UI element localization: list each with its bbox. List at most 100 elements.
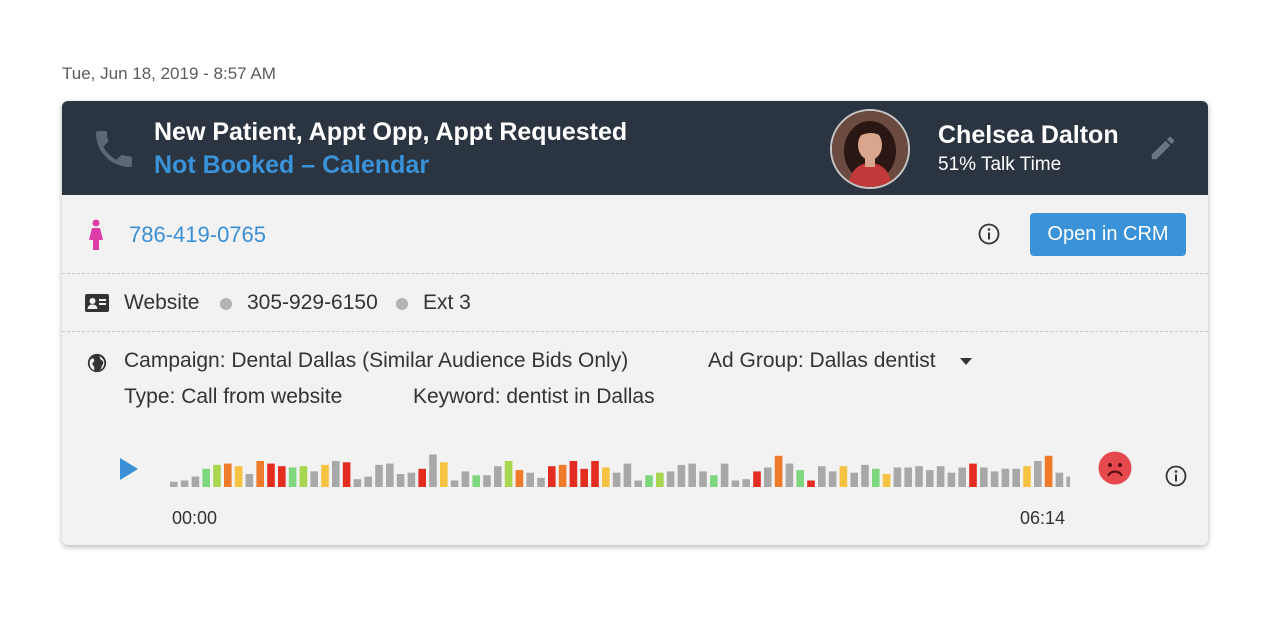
waveform-bar[interactable]: [850, 472, 858, 487]
waveform-bar[interactable]: [548, 466, 556, 487]
waveform-bar[interactable]: [537, 477, 545, 487]
waveform-bar[interactable]: [666, 471, 675, 487]
waveform-bar[interactable]: [170, 481, 178, 487]
caller-phone-link[interactable]: 786-419-0765: [129, 222, 266, 248]
booking-status[interactable]: Not Booked – Calendar: [154, 151, 429, 180]
waveform-bar[interactable]: [213, 464, 221, 487]
waveform-bar[interactable]: [699, 471, 707, 487]
waveform-bar[interactable]: [224, 463, 232, 487]
waveform-bar[interactable]: [569, 461, 578, 487]
waveform-bar[interactable]: [429, 454, 437, 488]
waveform-bar[interactable]: [936, 466, 945, 487]
waveform-bar[interactable]: [807, 480, 815, 488]
waveform-bar[interactable]: [839, 466, 848, 487]
waveform-bar[interactable]: [969, 463, 977, 487]
waveform-bar[interactable]: [494, 466, 502, 487]
waveform-bar[interactable]: [1066, 476, 1070, 487]
waveform-bar[interactable]: [299, 466, 308, 487]
waveform-bar[interactable]: [677, 464, 686, 487]
waveform-bar[interactable]: [278, 466, 286, 487]
waveform-bar[interactable]: [634, 480, 642, 488]
info-icon[interactable]: [1164, 464, 1188, 488]
chevron-down-icon[interactable]: [960, 358, 972, 365]
waveform-bar[interactable]: [515, 470, 524, 487]
waveform-bar[interactable]: [321, 464, 329, 487]
waveform-bar[interactable]: [656, 472, 664, 487]
waveform-bar[interactable]: [418, 468, 426, 487]
open-in-crm-button[interactable]: Open in CRM: [1030, 213, 1186, 256]
waveform-bar[interactable]: [731, 480, 740, 488]
waveform-bar[interactable]: [1012, 468, 1020, 487]
waveform-bar[interactable]: [818, 466, 826, 487]
audio-end-time: 06:14: [1020, 508, 1066, 528]
waveform-bar[interactable]: [915, 466, 923, 487]
ad-group-label[interactable]: Ad Group: Dallas dentist: [708, 349, 936, 373]
waveform-bar[interactable]: [472, 475, 480, 487]
waveform-bar[interactable]: [742, 479, 750, 487]
waveform-bar[interactable]: [1034, 461, 1042, 487]
separator-dot: [220, 298, 232, 310]
waveform-bar[interactable]: [861, 464, 869, 487]
waveform-bar[interactable]: [353, 479, 362, 487]
waveform-bar[interactable]: [310, 471, 318, 487]
waveform-bar[interactable]: [774, 455, 783, 487]
waveform-bar[interactable]: [828, 471, 837, 487]
waveform-bar[interactable]: [440, 462, 448, 487]
waveform-bar[interactable]: [623, 463, 632, 487]
waveform-bar[interactable]: [234, 466, 243, 487]
waveform-bar[interactable]: [396, 474, 405, 487]
audio-waveform[interactable]: [170, 441, 1070, 487]
waveform-bar[interactable]: [753, 471, 761, 487]
pencil-icon[interactable]: [1148, 133, 1178, 163]
waveform-bar[interactable]: [904, 467, 912, 488]
waveform-bar[interactable]: [256, 461, 264, 487]
agent-photo: [832, 111, 908, 187]
waveform-bar[interactable]: [526, 472, 534, 487]
waveform-bar[interactable]: [450, 480, 459, 488]
waveform-bar[interactable]: [375, 464, 383, 487]
info-icon[interactable]: [977, 222, 1001, 246]
waveform-bar[interactable]: [407, 472, 416, 487]
waveform-bar[interactable]: [332, 461, 340, 487]
waveform-bar[interactable]: [602, 467, 610, 488]
keyword-label: Keyword: dentist in Dallas: [413, 385, 655, 408]
waveform-bar[interactable]: [926, 470, 934, 487]
waveform-bar[interactable]: [958, 467, 966, 488]
waveform-bar[interactable]: [591, 461, 599, 487]
waveform-bar[interactable]: [504, 461, 513, 487]
waveform-bar[interactable]: [796, 470, 804, 487]
waveform-bar[interactable]: [764, 467, 772, 488]
waveform-bar[interactable]: [245, 474, 254, 487]
waveform-bar[interactable]: [872, 468, 880, 487]
waveform-bar[interactable]: [990, 471, 999, 487]
waveform-bar[interactable]: [180, 480, 189, 488]
waveform-bar[interactable]: [1001, 468, 1010, 487]
waveform-bar[interactable]: [1023, 466, 1031, 487]
waveform-bar[interactable]: [947, 472, 956, 487]
waveform-bar[interactable]: [580, 468, 588, 487]
play-icon[interactable]: [118, 456, 140, 482]
waveform-bar[interactable]: [461, 471, 470, 487]
waveform-bar[interactable]: [267, 463, 275, 487]
waveform-bar[interactable]: [342, 462, 351, 487]
waveform-bar[interactable]: [364, 476, 372, 487]
waveform-bar[interactable]: [893, 467, 902, 488]
waveform-bar[interactable]: [288, 467, 297, 488]
waveform-bar[interactable]: [688, 463, 696, 487]
tracking-number: 305-929-6150: [247, 291, 378, 314]
waveform-bar[interactable]: [710, 475, 718, 487]
waveform-bar[interactable]: [720, 463, 729, 487]
waveform-bar[interactable]: [558, 464, 567, 487]
waveform-bar[interactable]: [980, 467, 988, 488]
waveform-bar[interactable]: [483, 475, 491, 487]
waveform-bar[interactable]: [645, 475, 653, 487]
waveform-bar[interactable]: [386, 463, 394, 487]
waveform-bar[interactable]: [882, 474, 891, 487]
waveform-bar[interactable]: [1044, 455, 1053, 487]
waveform-bar[interactable]: [202, 468, 210, 487]
call-title: New Patient, Appt Opp, Appt Requested: [154, 118, 628, 146]
waveform-bar[interactable]: [191, 476, 200, 487]
waveform-bar[interactable]: [612, 472, 621, 487]
waveform-bar[interactable]: [1055, 472, 1064, 487]
waveform-bar[interactable]: [785, 463, 794, 487]
